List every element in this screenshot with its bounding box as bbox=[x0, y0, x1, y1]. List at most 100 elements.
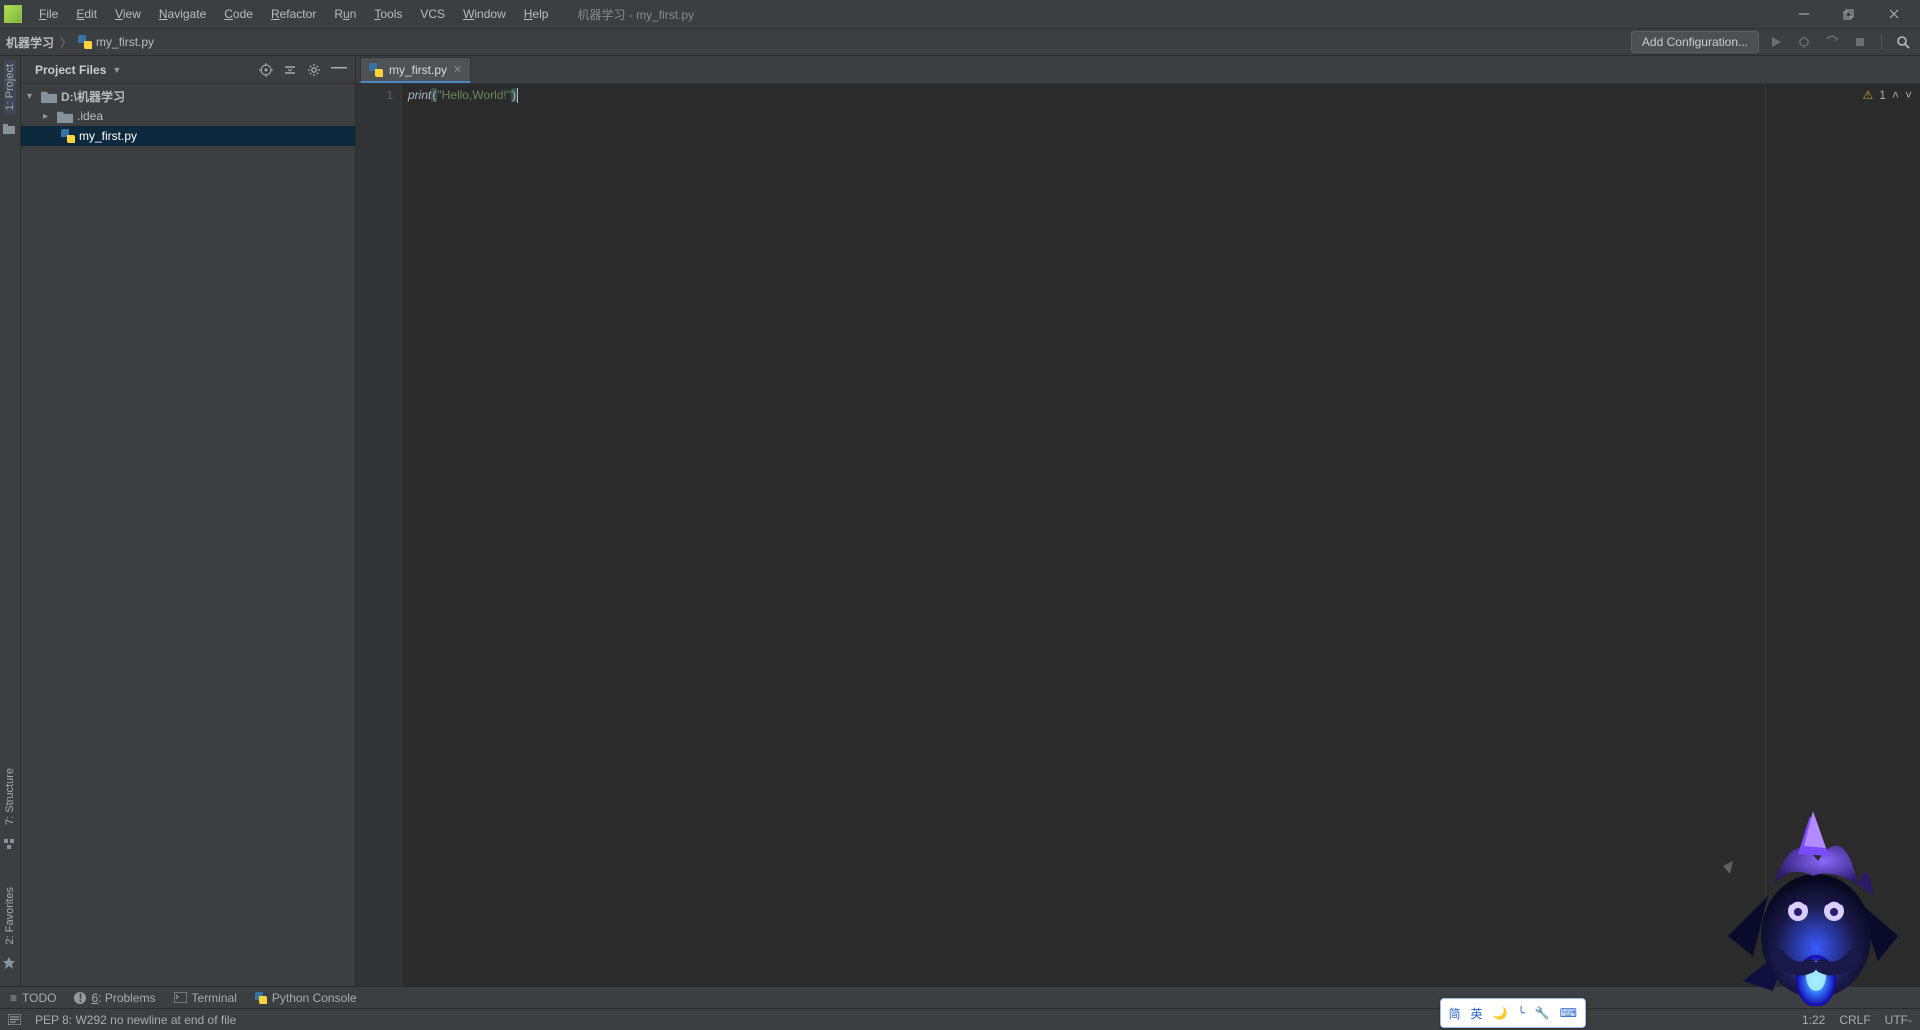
coverage-icon[interactable] bbox=[1821, 31, 1843, 53]
navigation-bar: 机器学习 〉 my_first.py Add Configuration... bbox=[0, 28, 1920, 56]
ime-settings-icon[interactable]: 🔧 bbox=[1535, 1006, 1550, 1020]
code-editor[interactable]: 1 print("Hello,World!") ⚠ 1 ˄ ˅ bbox=[356, 84, 1920, 986]
gutter: 1 bbox=[356, 84, 402, 986]
right-margin: ⚠ 1 ˄ ˅ bbox=[1766, 84, 1920, 986]
menu-edit[interactable]: Edit bbox=[69, 4, 104, 24]
breadcrumb-file[interactable]: my_first.py bbox=[78, 35, 154, 49]
tab-close-icon[interactable]: ✕ bbox=[453, 63, 462, 76]
code-string: "Hello,World!" bbox=[437, 88, 511, 102]
menu-view[interactable]: View bbox=[108, 4, 148, 24]
tool-favorites-tab[interactable]: 2: Favorites bbox=[4, 883, 16, 948]
app-logo-icon bbox=[4, 5, 22, 23]
star-strip-icon[interactable] bbox=[2, 956, 18, 972]
python-icon bbox=[255, 992, 267, 1004]
tree-idea-folder[interactable]: ▸ .idea bbox=[21, 106, 355, 126]
line-separator[interactable]: CRLF bbox=[1839, 1013, 1870, 1027]
menu-vcs[interactable]: VCS bbox=[413, 4, 452, 24]
chevron-down-icon: ▼ bbox=[112, 65, 121, 75]
title-bar: File Edit View Navigate Code Refactor Ru… bbox=[0, 0, 1920, 28]
expand-arrow-icon[interactable]: ▸ bbox=[43, 111, 53, 122]
main-menu: File Edit View Navigate Code Refactor Ru… bbox=[32, 4, 555, 24]
tab-label: my_first.py bbox=[389, 63, 447, 77]
project-tree[interactable]: ▾ D:\机器学习 ▸ .idea my_first.py bbox=[21, 84, 355, 986]
hide-panel-icon[interactable]: — bbox=[331, 63, 347, 77]
code-content[interactable]: print("Hello,World!") bbox=[402, 84, 1766, 986]
project-panel-title[interactable]: Project Files ▼ bbox=[29, 63, 121, 77]
close-button[interactable] bbox=[1871, 0, 1916, 28]
tool-project-tab[interactable]: 1: Project bbox=[4, 60, 16, 114]
menu-help[interactable]: Help bbox=[517, 4, 556, 24]
maximize-button[interactable] bbox=[1826, 0, 1871, 28]
status-bar: PEP 8: W292 no newline at end of file 1:… bbox=[0, 1008, 1920, 1030]
ime-punct-icon[interactable]: ╰ bbox=[1517, 1006, 1524, 1020]
tool-python-console[interactable]: Python Console bbox=[255, 991, 357, 1005]
window-controls bbox=[1781, 0, 1916, 28]
info-icon: ! bbox=[74, 992, 86, 1004]
editor-tab-myfirst[interactable]: my_first.py ✕ bbox=[360, 57, 471, 83]
panel-tools: — bbox=[259, 63, 347, 77]
caret-position[interactable]: 1:22 bbox=[1802, 1013, 1825, 1027]
menu-refactor[interactable]: Refactor bbox=[264, 4, 323, 24]
menu-run[interactable]: Run bbox=[327, 4, 363, 24]
ime-lang-cn[interactable]: 简 bbox=[1449, 1005, 1461, 1022]
separator bbox=[1881, 34, 1882, 50]
minimize-button[interactable] bbox=[1781, 0, 1826, 28]
tree-item-label: .idea bbox=[77, 109, 103, 123]
status-message: PEP 8: W292 no newline at end of file bbox=[35, 1013, 236, 1027]
search-everywhere-icon[interactable] bbox=[1892, 31, 1914, 53]
breadcrumb-root[interactable]: 机器学习 bbox=[6, 34, 54, 51]
menu-tools[interactable]: Tools bbox=[367, 4, 409, 24]
locate-icon[interactable] bbox=[259, 63, 273, 77]
menu-file[interactable]: File bbox=[32, 4, 65, 24]
left-tool-strip: 1: Project 7: Structure 2: Favorites bbox=[0, 56, 21, 986]
ime-moon-icon[interactable]: 🌙 bbox=[1493, 1006, 1508, 1020]
file-encoding[interactable]: UTF- bbox=[1885, 1013, 1912, 1027]
ime-lang-en[interactable]: 英 bbox=[1471, 1005, 1483, 1022]
gear-icon[interactable] bbox=[307, 63, 321, 77]
add-configuration-button[interactable]: Add Configuration... bbox=[1631, 31, 1759, 53]
tree-root-label: D:\机器学习 bbox=[61, 88, 125, 105]
prev-highlight-icon[interactable]: ˄ bbox=[1892, 88, 1899, 102]
tool-structure-tab[interactable]: 7: Structure bbox=[4, 764, 16, 829]
inspection-widget[interactable]: ⚠ 1 ˄ ˅ bbox=[1863, 88, 1912, 102]
editor-tabbar: my_first.py ✕ bbox=[356, 56, 1920, 84]
list-icon: ≡ bbox=[10, 991, 17, 1005]
python-file-icon bbox=[61, 129, 75, 143]
warning-icon: ⚠ bbox=[1863, 88, 1874, 102]
terminal-icon bbox=[174, 992, 187, 1003]
debug-icon[interactable] bbox=[1793, 31, 1815, 53]
breadcrumb-sep-icon: 〉 bbox=[60, 34, 72, 51]
menu-navigate[interactable]: Navigate bbox=[152, 4, 213, 24]
editor-area: my_first.py ✕ 1 print("Hello,World!") ⚠ … bbox=[356, 56, 1920, 986]
tool-terminal[interactable]: Terminal bbox=[174, 991, 237, 1005]
tree-file-myfirst[interactable]: my_first.py bbox=[21, 126, 355, 146]
tree-item-label: my_first.py bbox=[79, 129, 137, 143]
ime-bar[interactable]: 简 英 🌙 ╰ 🔧 ⌨ bbox=[1440, 998, 1587, 1028]
tool-problems[interactable]: !6: Problems bbox=[74, 991, 155, 1005]
ime-keyboard-icon[interactable]: ⌨ bbox=[1560, 1006, 1577, 1020]
folder-strip-icon[interactable] bbox=[2, 122, 18, 138]
inspection-count: 1 bbox=[1879, 88, 1886, 102]
tool-todo[interactable]: ≡TODO bbox=[10, 991, 56, 1005]
stop-icon[interactable] bbox=[1849, 31, 1871, 53]
next-highlight-icon[interactable]: ˅ bbox=[1905, 88, 1912, 102]
main-body: 1: Project 7: Structure 2: Favorites Pro… bbox=[0, 56, 1920, 986]
python-file-icon bbox=[369, 63, 383, 77]
menu-code[interactable]: Code bbox=[217, 4, 260, 24]
folder-icon bbox=[57, 109, 73, 123]
folder-icon bbox=[41, 89, 57, 103]
collapse-icon[interactable] bbox=[283, 63, 297, 77]
run-icon[interactable] bbox=[1765, 31, 1787, 53]
code-fn: print bbox=[408, 88, 431, 102]
bottom-tool-strip: ≡TODO !6: Problems Terminal Python Conso… bbox=[0, 986, 1920, 1008]
expand-arrow-icon[interactable]: ▾ bbox=[27, 91, 37, 102]
line-number: 1 bbox=[356, 88, 393, 102]
structure-strip-icon[interactable] bbox=[2, 837, 18, 853]
menu-window[interactable]: Window bbox=[456, 4, 513, 24]
breadcrumbs: 机器学习 〉 my_first.py bbox=[6, 34, 154, 51]
caret bbox=[517, 88, 518, 103]
project-panel: Project Files ▼ — ▾ D:\机器学习 ▸ .idea bbox=[21, 56, 356, 986]
window-title: 机器学习 - my_first.py bbox=[555, 6, 1781, 23]
tree-root[interactable]: ▾ D:\机器学习 bbox=[21, 86, 355, 106]
event-log-icon[interactable] bbox=[8, 1014, 21, 1025]
